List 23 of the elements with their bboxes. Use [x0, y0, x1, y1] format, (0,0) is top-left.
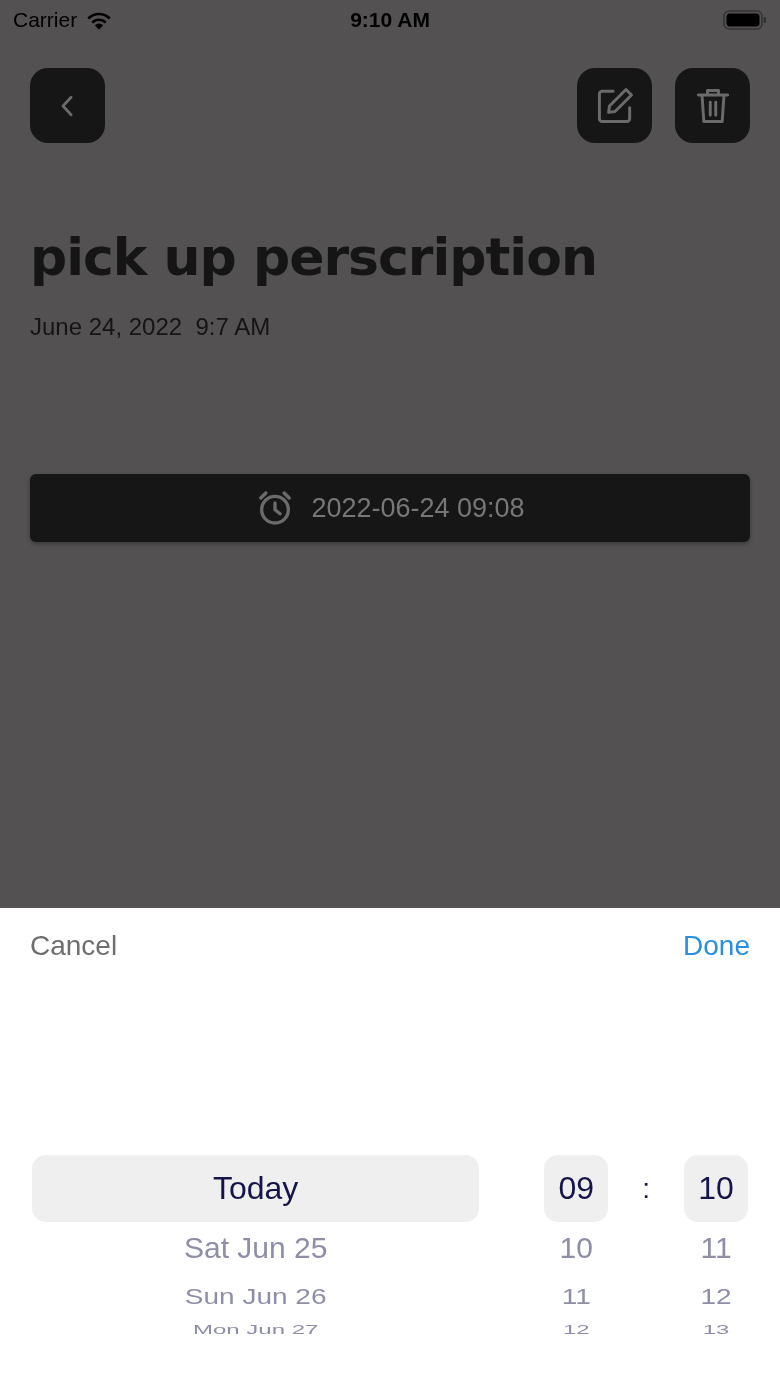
- battery-icon: [723, 10, 767, 30]
- hour-option[interactable]: 12: [562, 1320, 590, 1340]
- reminder-button[interactable]: 2022-06-24 09:08: [30, 474, 750, 542]
- carrier-label: Carrier: [13, 8, 78, 32]
- date-option[interactable]: Today: [32, 1155, 480, 1222]
- minute-option[interactable]: 13: [702, 1320, 730, 1340]
- date-option[interactable]: Mon Jun 27: [192, 1320, 319, 1340]
- minute-option[interactable]: 12: [700, 1274, 732, 1320]
- note-date: June 24, 2022 9:7 AM: [30, 313, 272, 341]
- cancel-button[interactable]: Cancel: [30, 930, 118, 962]
- edit-button[interactable]: [577, 68, 652, 143]
- hour-option[interactable]: 11: [561, 1274, 591, 1320]
- done-button[interactable]: Done: [683, 930, 750, 962]
- back-button[interactable]: [30, 68, 105, 143]
- minute-option[interactable]: 11: [700, 1222, 732, 1274]
- time-separator: :: [642, 1171, 651, 1206]
- delete-button[interactable]: [675, 68, 750, 143]
- hour-option[interactable]: 10: [559, 1222, 593, 1274]
- minute-option[interactable]: 10: [684, 1155, 748, 1222]
- date-option[interactable]: Sat Jun 25: [183, 1222, 328, 1274]
- clock-time: 9:10 AM: [350, 8, 430, 32]
- hour-option[interactable]: 09: [544, 1155, 609, 1222]
- date-option[interactable]: Sun Jun 26: [184, 1274, 327, 1320]
